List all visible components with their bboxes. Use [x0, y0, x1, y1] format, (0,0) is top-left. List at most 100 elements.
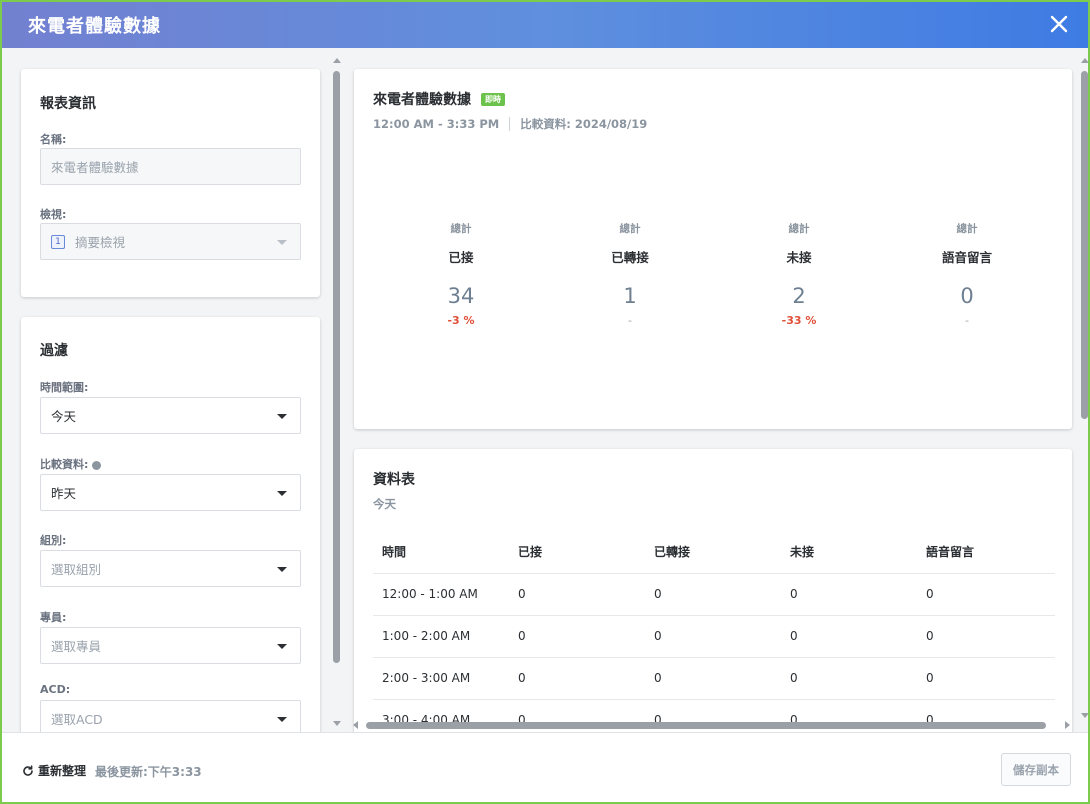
kpi-name: 已轉接 — [611, 250, 649, 265]
info-icon[interactable] — [92, 460, 102, 470]
left-scrollbar[interactable] — [332, 58, 341, 726]
kpi-value: 0 — [960, 284, 974, 308]
compare-value: 昨天 — [51, 486, 77, 501]
refresh-icon — [23, 764, 33, 776]
table-cell: 0 — [781, 656, 917, 699]
compare-text: 比較資料: 2024/08/19 — [520, 117, 648, 131]
time-range-select[interactable]: 今天 — [40, 397, 301, 434]
table-row: 1:00 - 2:00 AM 0 0 0 0 — [373, 614, 1055, 657]
kpi-total-label: 總計 — [619, 223, 641, 235]
compare-label: 比較資料: — [40, 456, 102, 472]
group-placeholder: 選取組別 — [51, 562, 102, 577]
scroll-down-icon[interactable] — [333, 721, 341, 726]
kpi-delta: -3 % — [447, 314, 475, 327]
column-header[interactable]: 語音留言 — [917, 531, 1055, 573]
close-icon[interactable] — [1048, 13, 1070, 35]
table-cell: 0 — [509, 614, 645, 657]
name-label: 名稱: — [40, 133, 67, 146]
kpi-value: 1 — [623, 284, 637, 308]
compare-select[interactable]: 昨天 — [40, 474, 301, 511]
horizontal-scroll-thumb[interactable] — [366, 722, 1046, 729]
table-cell: 0 — [645, 614, 781, 657]
kpi-missed: 總計 未接 2 -33 % — [729, 221, 869, 327]
time-range-value: 今天 — [51, 409, 77, 424]
chevron-down-icon — [277, 491, 287, 496]
right-scrollbar[interactable] — [1080, 58, 1088, 718]
time-span: 12:00 AM - 3:33 PM — [373, 117, 500, 131]
save-copy-button[interactable]: 儲存副本 — [1001, 753, 1071, 786]
column-header[interactable]: 時間 — [373, 531, 509, 573]
view-label: 檢視: — [40, 208, 67, 221]
table-cell: 0 — [781, 572, 917, 615]
table-subtitle: 今天 — [373, 497, 396, 511]
kpi-value: 34 — [447, 284, 475, 308]
stats-title: 來電者體驗數據 即時 — [373, 89, 505, 109]
kpi-name: 語音留言 — [941, 250, 992, 265]
chevron-down-icon — [277, 644, 287, 649]
horizontal-scrollbar[interactable] — [347, 720, 1087, 730]
table-cell: 2:00 - 3:00 AM — [373, 656, 509, 699]
table-cell: 0 — [917, 656, 1055, 699]
kpi-total-label: 總計 — [956, 223, 978, 235]
group-label: 組別: — [40, 534, 67, 547]
agent-select[interactable]: 選取專員 — [40, 627, 301, 664]
kpi-transferred: 總計 已轉接 1 - — [560, 221, 700, 327]
chevron-down-icon — [277, 717, 287, 722]
kpi-value: 2 — [792, 284, 806, 308]
column-header[interactable]: 未接 — [781, 531, 917, 573]
live-badge: 即時 — [481, 92, 505, 106]
table-cell: 0 — [917, 614, 1055, 657]
table-cell: 0 — [917, 572, 1055, 615]
stats-title-text: 來電者體驗數據 — [373, 92, 471, 108]
kpi-voicemail: 總計 語音留言 0 - — [897, 221, 1037, 327]
table-cell: 0 — [509, 656, 645, 699]
last-updated: 最後更新:下午3:33 — [95, 765, 202, 779]
kpi-name: 已接 — [448, 250, 474, 265]
table-cell: 0 — [781, 614, 917, 657]
window-title: 來電者體驗數據 — [28, 16, 161, 37]
scroll-left-icon[interactable] — [353, 721, 358, 729]
table-header-row: 時間 已接 已轉接 未接 語音留言 — [373, 531, 1055, 573]
table-row: 2:00 - 3:00 AM 0 0 0 0 — [373, 656, 1055, 699]
left-scroll-thumb[interactable] — [333, 71, 340, 663]
kpi-answered: 總計 已接 34 -3 % — [391, 221, 531, 327]
acd-label: ACD: — [40, 683, 71, 696]
report-info-card: 報表資訊 名稱: 來電者體驗數據 檢視: 1 摘要檢視 — [21, 69, 320, 297]
view-value: 摘要檢視 — [75, 235, 126, 250]
report-name-field: 來電者體驗數據 — [40, 148, 301, 185]
kpi-name: 未接 — [786, 250, 812, 265]
summary-view-icon: 1 — [51, 234, 65, 249]
scroll-up-icon[interactable] — [333, 58, 341, 63]
chevron-down-icon — [277, 567, 287, 572]
time-range-label: 時間範圍: — [40, 381, 89, 394]
table-cell: 1:00 - 2:00 AM — [373, 614, 509, 657]
acd-select[interactable]: 選取ACD — [40, 700, 301, 732]
stats-card: 來電者體驗數據 即時 12:00 AM - 3:33 PM 比較資料: 2024… — [354, 69, 1072, 429]
refresh-button[interactable]: 重新整理 — [22, 762, 86, 779]
agent-label: 專員: — [40, 611, 67, 624]
report-modal: 來電者體驗數據 報表資訊 名稱: 來電者體驗數據 檢視: 1 摘要檢視 過濾 時… — [0, 0, 1090, 804]
column-header[interactable]: 已接 — [509, 531, 645, 573]
table-cell: 12:00 - 1:00 AM — [373, 572, 509, 615]
footer-bar: 重新整理 最後更新:下午3:33 儲存副本 — [2, 732, 1088, 802]
filter-heading: 過濾 — [40, 343, 68, 359]
kpi-total-label: 總計 — [788, 223, 810, 235]
column-header[interactable]: 已轉接 — [645, 531, 781, 573]
chevron-down-icon — [277, 414, 287, 419]
data-table-card: 資料表 今天 時間 已接 已轉接 未接 語音留言 12:00 - 1:00 AM… — [354, 449, 1072, 732]
table-title: 資料表 — [373, 472, 415, 488]
group-select[interactable]: 選取組別 — [40, 550, 301, 587]
kpi-total-label: 總計 — [450, 223, 472, 235]
agent-placeholder: 選取專員 — [51, 639, 102, 654]
scroll-right-icon[interactable] — [1065, 721, 1070, 729]
table-cell: 0 — [509, 572, 645, 615]
scroll-up-icon[interactable] — [1081, 58, 1088, 63]
data-table: 時間 已接 已轉接 未接 語音留言 12:00 - 1:00 AM 0 0 0 … — [373, 531, 1055, 732]
report-name-value: 來電者體驗數據 — [51, 160, 139, 175]
refresh-label: 重新整理 — [38, 764, 87, 778]
right-scroll-thumb[interactable] — [1081, 71, 1088, 419]
view-select: 1 摘要檢視 — [40, 223, 301, 260]
settings-panel: 報表資訊 名稱: 來電者體驗數據 檢視: 1 摘要檢視 過濾 時間範圍: 今天 … — [2, 48, 347, 732]
scroll-down-icon[interactable] — [1081, 713, 1088, 718]
report-info-heading: 報表資訊 — [40, 96, 96, 112]
